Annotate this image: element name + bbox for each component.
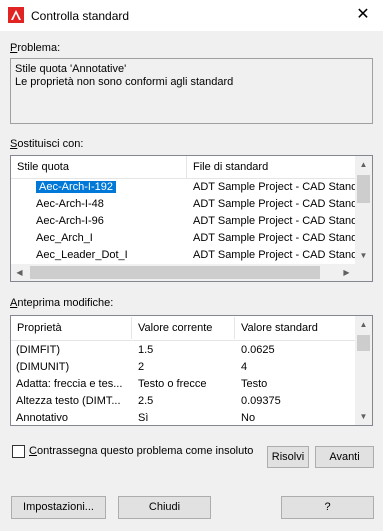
standard-cell: Testo	[241, 378, 268, 390]
list-item-file: ADT Sample Project - CAD Standa	[193, 249, 355, 261]
close-button-label: Chiudi	[148, 501, 181, 513]
current-cell: 2.5	[138, 395, 154, 407]
list-item-file: ADT Sample Project - CAD Standa	[193, 181, 364, 193]
preview-vertical-scrollbar[interactable]: ▲ ▼	[355, 316, 372, 425]
current-cell: 2	[138, 361, 145, 373]
replace-list[interactable]: Stile quota File di standard Aec-Arch-I-…	[10, 155, 373, 282]
problem-line: Stile quota 'Annotative'	[15, 63, 127, 75]
replace-rows: Aec-Arch-I-192 ADT Sample Project - CAD …	[11, 179, 364, 261]
next-button-label: Avanti	[329, 451, 360, 463]
list-item[interactable]: Aec_Leader_Dot_I ADT Sample Project - CA…	[11, 247, 355, 261]
scroll-right-icon[interactable]: ▶	[338, 264, 355, 281]
column-header-standard[interactable]: Valore standard	[235, 317, 355, 339]
property-cell: Adatta: freccia e tes...	[16, 378, 123, 390]
replace-label: Sostituisci con:	[10, 138, 84, 150]
window-title: Controlla standard	[31, 9, 130, 23]
current-cell: 1.5	[138, 344, 154, 356]
preview-label: Anteprima modifiche:	[10, 297, 114, 309]
property-cell: Altezza testo (DIMT...	[16, 395, 121, 407]
list-item[interactable]: Aec_Arch_I ADT Sample Project - CAD Stan…	[11, 230, 355, 247]
replace-horizontal-scrollbar[interactable]: ◀ ▶	[11, 264, 372, 281]
property-cell: Annotativo	[16, 412, 68, 424]
column-header-current[interactable]: Valore corrente	[132, 317, 235, 339]
fix-button-label: Risolvi	[271, 451, 305, 463]
table-row[interactable]: Altezza testo (DIMT... 2.5 0.09375	[11, 393, 355, 410]
help-button[interactable]: ?	[281, 496, 374, 519]
preview-rows: (DIMFIT) 1.5 0.0625 (DIMUNIT) 2 4 Adatta…	[11, 342, 355, 425]
scroll-down-icon[interactable]: ▼	[355, 247, 372, 264]
table-row[interactable]: (DIMFIT) 1.5 0.0625	[11, 342, 355, 359]
column-header-style[interactable]: Stile quota	[11, 156, 187, 178]
property-cell: (DIMUNIT)	[16, 361, 70, 373]
list-item-name: Aec_Arch_I	[36, 232, 93, 244]
close-button[interactable]: Chiudi	[118, 496, 211, 519]
column-header-property[interactable]: Proprietà	[11, 317, 132, 339]
fix-button[interactable]: Risolvi	[267, 446, 309, 468]
column-header-file[interactable]: File di standard	[187, 156, 355, 178]
scroll-down-icon[interactable]: ▼	[355, 408, 372, 425]
close-icon[interactable]: ✕	[352, 5, 374, 25]
problem-label-rest: roblema:	[17, 42, 61, 54]
ignore-checkbox[interactable]	[12, 445, 25, 458]
list-item[interactable]: Aec-Arch-I-96 ADT Sample Project - CAD S…	[11, 213, 355, 230]
preview-list[interactable]: Proprietà Valore corrente Valore standar…	[10, 315, 373, 426]
standard-cell: 0.09375	[241, 395, 281, 407]
help-button-label: ?	[324, 501, 331, 513]
problem-box: Stile quota 'Annotative' Le proprietà no…	[10, 58, 373, 124]
problem-line: Le proprietà non sono conformi agli stan…	[15, 76, 234, 88]
next-button[interactable]: Avanti	[315, 446, 374, 468]
replace-vertical-scrollbar[interactable]: ▲ ▼	[355, 156, 372, 264]
problem-label: Problema:	[10, 42, 61, 54]
scroll-up-icon[interactable]: ▲	[355, 156, 372, 173]
scroll-left-icon[interactable]: ◀	[11, 264, 28, 281]
settings-button-label: Impostazioni...	[23, 501, 94, 513]
list-item-name: Aec-Arch-I-192	[36, 181, 116, 193]
current-cell: Sì	[138, 412, 149, 424]
list-item-file: ADT Sample Project - CAD Standa	[193, 198, 355, 210]
settings-button[interactable]: Impostazioni...	[11, 496, 106, 519]
preview-header: Proprietà Valore corrente Valore standar…	[11, 316, 355, 341]
list-item-file: ADT Sample Project - CAD Standa	[193, 215, 355, 227]
table-row[interactable]: Annotativo Sì No	[11, 410, 355, 425]
scroll-thumb[interactable]	[357, 335, 370, 351]
scroll-up-icon[interactable]: ▲	[355, 316, 372, 333]
ignore-checkbox-label[interactable]: Contrassegna questo problema come insolu…	[29, 445, 253, 457]
table-row[interactable]: Adatta: freccia e tes... Testo o frecce …	[11, 376, 355, 393]
replace-header: Stile quota File di standard	[11, 156, 355, 179]
property-cell: (DIMFIT)	[16, 344, 60, 356]
current-cell: Testo o frecce	[138, 378, 207, 390]
scroll-thumb[interactable]	[357, 175, 370, 203]
table-row[interactable]: (DIMUNIT) 2 4	[11, 359, 355, 376]
scroll-thumb[interactable]	[30, 266, 320, 279]
standard-cell: 0.0625	[241, 344, 275, 356]
list-item-name: Aec-Arch-I-48	[36, 198, 104, 210]
list-item[interactable]: Aec-Arch-I-192 ADT Sample Project - CAD …	[11, 179, 364, 196]
list-item-name: Aec-Arch-I-96	[36, 215, 104, 227]
list-item-file: ADT Sample Project - CAD Standa	[193, 232, 355, 244]
standard-cell: No	[241, 412, 256, 424]
autocad-icon	[8, 7, 24, 23]
title-bar: Controlla standard ✕	[0, 0, 383, 31]
list-item[interactable]: Aec-Arch-I-48 ADT Sample Project - CAD S…	[11, 196, 355, 213]
standard-cell: 4	[241, 361, 248, 373]
list-item-name: Aec_Leader_Dot_I	[36, 249, 128, 261]
